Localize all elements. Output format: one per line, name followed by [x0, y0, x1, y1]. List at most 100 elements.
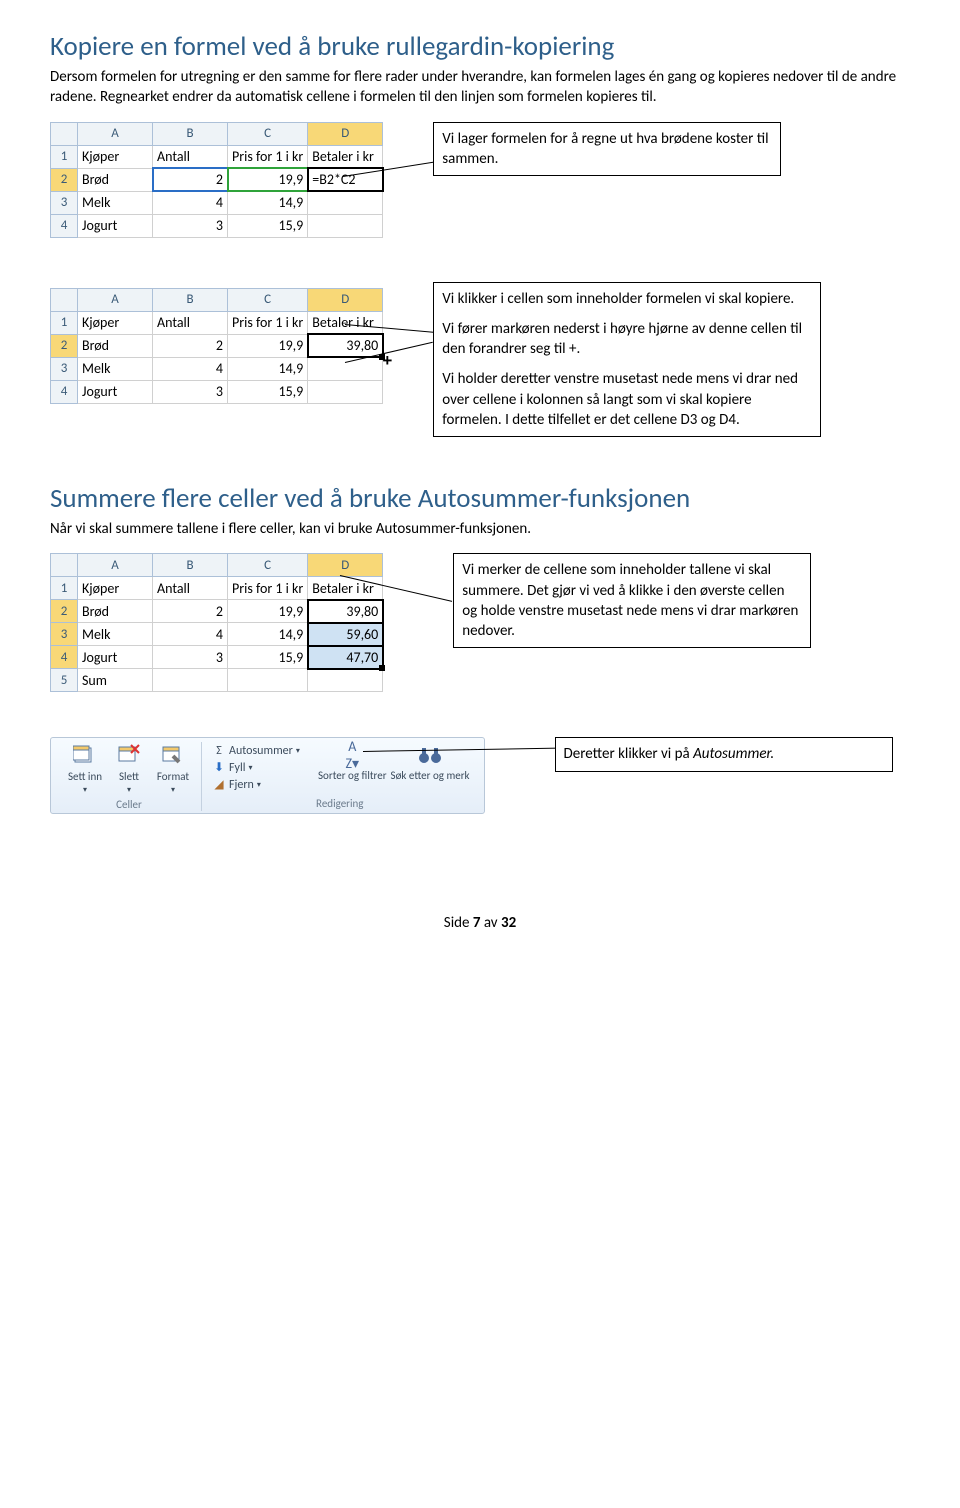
label: Format: [157, 770, 189, 783]
cell[interactable]: [308, 357, 383, 380]
cell[interactable]: 19,9: [228, 334, 308, 357]
col-A: A: [78, 554, 153, 577]
cell[interactable]: 4: [153, 623, 228, 646]
callout-text: Vi klikker i cellen som inneholder forme…: [442, 289, 812, 309]
cell[interactable]: Brød: [78, 600, 153, 623]
clear-button[interactable]: ◢ Fjern ▾: [212, 777, 261, 792]
row-2: 2: [51, 600, 78, 623]
row-4: 4: [51, 214, 78, 237]
cell[interactable]: [308, 191, 383, 214]
cell[interactable]: Brød: [78, 334, 153, 357]
cell[interactable]: Betaler i kr: [308, 145, 383, 168]
cell[interactable]: 15,9: [228, 214, 308, 237]
grid-corner: [51, 288, 78, 311]
cell[interactable]: Melk: [78, 357, 153, 380]
cell[interactable]: Betaler i kr: [308, 311, 383, 334]
chevron-down-icon: ▾: [296, 746, 300, 756]
callout-autosum: Deretter klikker vi på Autosummer.: [555, 737, 893, 771]
row-2: 2: [51, 168, 78, 191]
insert-icon: [71, 742, 99, 768]
fill-handle[interactable]: [379, 665, 385, 671]
excel-grid-2: A B C D 1 Kjøper Antall Pris for 1 i kr …: [50, 288, 383, 404]
cell[interactable]: [153, 669, 228, 692]
cell-b2[interactable]: 2: [153, 168, 228, 191]
cell[interactable]: 2: [153, 600, 228, 623]
autosum-button[interactable]: Σ Autosummer ▾: [212, 744, 300, 758]
sigma-icon: Σ: [212, 744, 226, 758]
cell[interactable]: [228, 669, 308, 692]
row-formula-entry: A B C D 1 Kjøper Antall Pris for 1 i kr …: [50, 122, 910, 238]
cell[interactable]: 4: [153, 191, 228, 214]
cell[interactable]: Sum: [78, 669, 153, 692]
ribbon-fragment: Sett inn ▾ Slett ▾: [50, 737, 485, 814]
row-ribbon: Sett inn ▾ Slett ▾: [50, 737, 910, 814]
cell[interactable]: 2: [153, 334, 228, 357]
row-3: 3: [51, 191, 78, 214]
col-C: C: [228, 122, 308, 145]
chevron-down-icon: ▾: [83, 785, 87, 795]
cell[interactable]: Jogurt: [78, 214, 153, 237]
cell[interactable]: Pris for 1 i kr: [228, 577, 308, 600]
cell[interactable]: 15,9: [228, 380, 308, 403]
cell-c2[interactable]: 19,9: [228, 168, 308, 191]
cell[interactable]: Melk: [78, 623, 153, 646]
cell[interactable]: 19,9: [228, 600, 308, 623]
grid-corner: [51, 122, 78, 145]
find-select-button[interactable]: Søk etter og merk: [391, 742, 470, 782]
cell[interactable]: Antall: [153, 577, 228, 600]
cell[interactable]: 3: [153, 646, 228, 669]
cell[interactable]: Antall: [153, 311, 228, 334]
footer-text: av: [480, 914, 501, 932]
cell[interactable]: Brød: [78, 168, 153, 191]
cell[interactable]: Pris for 1 i kr: [228, 311, 308, 334]
sort-filter-button[interactable]: AZ▾ Sorter og filtrer: [318, 742, 387, 782]
group-caption-editing: Redigering: [208, 797, 472, 810]
label: Sorter og filtrer: [318, 770, 387, 782]
fill-button[interactable]: ⬇ Fyll ▾: [212, 760, 252, 775]
cell-d3[interactable]: 59,60: [308, 623, 383, 646]
sort-icon: AZ▾: [338, 742, 366, 768]
chevron-down-icon: ▾: [257, 780, 261, 790]
cell[interactable]: [308, 214, 383, 237]
cell[interactable]: [308, 669, 383, 692]
insert-button[interactable]: Sett inn ▾: [65, 742, 105, 795]
emphasis: Autosummer.: [693, 745, 774, 763]
row-2: 2: [51, 334, 78, 357]
row-1: 1: [51, 311, 78, 334]
cell[interactable]: Jogurt: [78, 646, 153, 669]
group-caption-cells: Celler: [63, 798, 195, 811]
cell[interactable]: 3: [153, 380, 228, 403]
col-A: A: [78, 288, 153, 311]
row-3: 3: [51, 357, 78, 380]
cell[interactable]: 3: [153, 214, 228, 237]
format-button[interactable]: Format ▾: [153, 742, 193, 795]
cell[interactable]: 14,9: [228, 191, 308, 214]
cell-d4[interactable]: 47,70: [308, 646, 383, 669]
cell[interactable]: [308, 380, 383, 403]
cell[interactable]: 15,9: [228, 646, 308, 669]
cell[interactable]: 14,9: [228, 357, 308, 380]
cell-d2-value[interactable]: 39,80+: [308, 334, 383, 357]
autosum-intro: Når vi skal summere tallene i flere cell…: [50, 519, 910, 539]
cell[interactable]: Melk: [78, 191, 153, 214]
cell-d2[interactable]: 39,80: [308, 600, 383, 623]
callout-text: Deretter klikker vi på Autosummer.: [564, 744, 884, 764]
label: Fjern: [229, 778, 254, 792]
cell[interactable]: Betaler i kr: [308, 577, 383, 600]
cell[interactable]: Kjøper: [78, 145, 153, 168]
cell[interactable]: Pris for 1 i kr: [228, 145, 308, 168]
page-total: 32: [501, 914, 516, 932]
cell[interactable]: Antall: [153, 145, 228, 168]
cell[interactable]: 14,9: [228, 623, 308, 646]
grid-corner: [51, 554, 78, 577]
chevron-down-icon: ▾: [127, 785, 131, 795]
cell[interactable]: Jogurt: [78, 380, 153, 403]
cell[interactable]: Kjøper: [78, 311, 153, 334]
format-icon: [159, 742, 187, 768]
row-1: 1: [51, 145, 78, 168]
cell[interactable]: 4: [153, 357, 228, 380]
cell[interactable]: Kjøper: [78, 577, 153, 600]
delete-button[interactable]: Slett ▾: [109, 742, 149, 795]
chevron-down-icon: ▾: [171, 785, 175, 795]
ribbon-group-editing: Σ Autosummer ▾ ⬇ Fyll ▾ ◢ Fj: [202, 742, 478, 810]
